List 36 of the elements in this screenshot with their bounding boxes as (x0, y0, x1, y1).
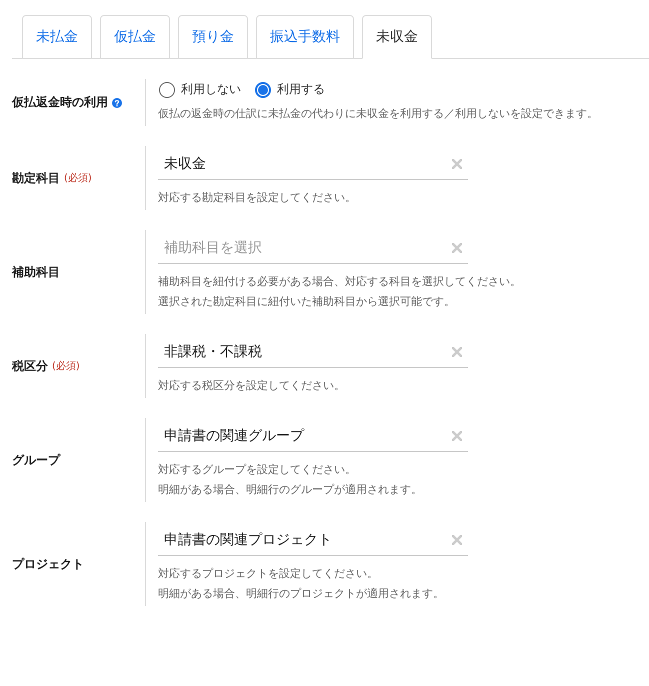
tab[interactable]: 未収金 (362, 15, 432, 59)
tab[interactable]: 振込手数料 (256, 15, 354, 59)
select-field[interactable]: 申請書の関連プロジェクト (158, 524, 468, 556)
clear-icon[interactable] (452, 346, 462, 356)
hint-text: 対応する税区分を設定してください。 (158, 378, 346, 394)
radio-icon[interactable] (255, 82, 271, 98)
tab[interactable]: 仮払金 (100, 15, 170, 59)
field-label: 仮払返金時の利用 (12, 94, 108, 111)
hint-text: 補助科目を紐付ける必要がある場合、対応する科目を選択してください。 (158, 274, 522, 290)
radio-option[interactable]: 利用する (255, 81, 325, 98)
tab[interactable]: 預り金 (178, 15, 248, 59)
select-field[interactable]: 申請書の関連グループ (158, 420, 468, 452)
clear-icon[interactable] (452, 534, 462, 544)
field-label: 勘定科目 (12, 170, 60, 186)
help-icon[interactable] (112, 98, 122, 108)
clear-icon[interactable] (452, 158, 462, 168)
required-note: (必須) (52, 360, 80, 373)
hint-text: 仮払の返金時の仕訳に未払金の代わりに未収金を利用する／利用しないを設定できます。 (158, 106, 599, 122)
hint-text: 選択された勘定科目に紐付いた補助科目から選択可能です。 (158, 294, 456, 310)
field-label: プロジェクト (12, 556, 84, 572)
tab[interactable]: 未払金 (22, 15, 92, 59)
radio-option[interactable]: 利用しない (159, 81, 241, 98)
select-field[interactable]: 未収金 (158, 148, 468, 180)
hint-text: 明細がある場合、明細行のプロジェクトが適用されます。 (158, 586, 445, 602)
field-label: 補助科目 (12, 264, 60, 280)
radio-icon[interactable] (159, 82, 175, 98)
hint-text: 対応するプロジェクトを設定してください。 (158, 566, 379, 582)
hint-text: 明細がある場合、明細行のグループが適用されます。 (158, 482, 423, 498)
field-label: 税区分 (12, 358, 48, 374)
hint-text: 対応するグループを設定してください。 (158, 462, 357, 478)
required-note: (必須) (64, 172, 92, 185)
select-field[interactable]: 非課税・不課税 (158, 336, 468, 368)
hint-text: 対応する勘定科目を設定してください。 (158, 190, 357, 206)
field-label: グループ (12, 452, 60, 468)
clear-icon[interactable] (452, 242, 462, 252)
clear-icon[interactable] (452, 430, 462, 440)
